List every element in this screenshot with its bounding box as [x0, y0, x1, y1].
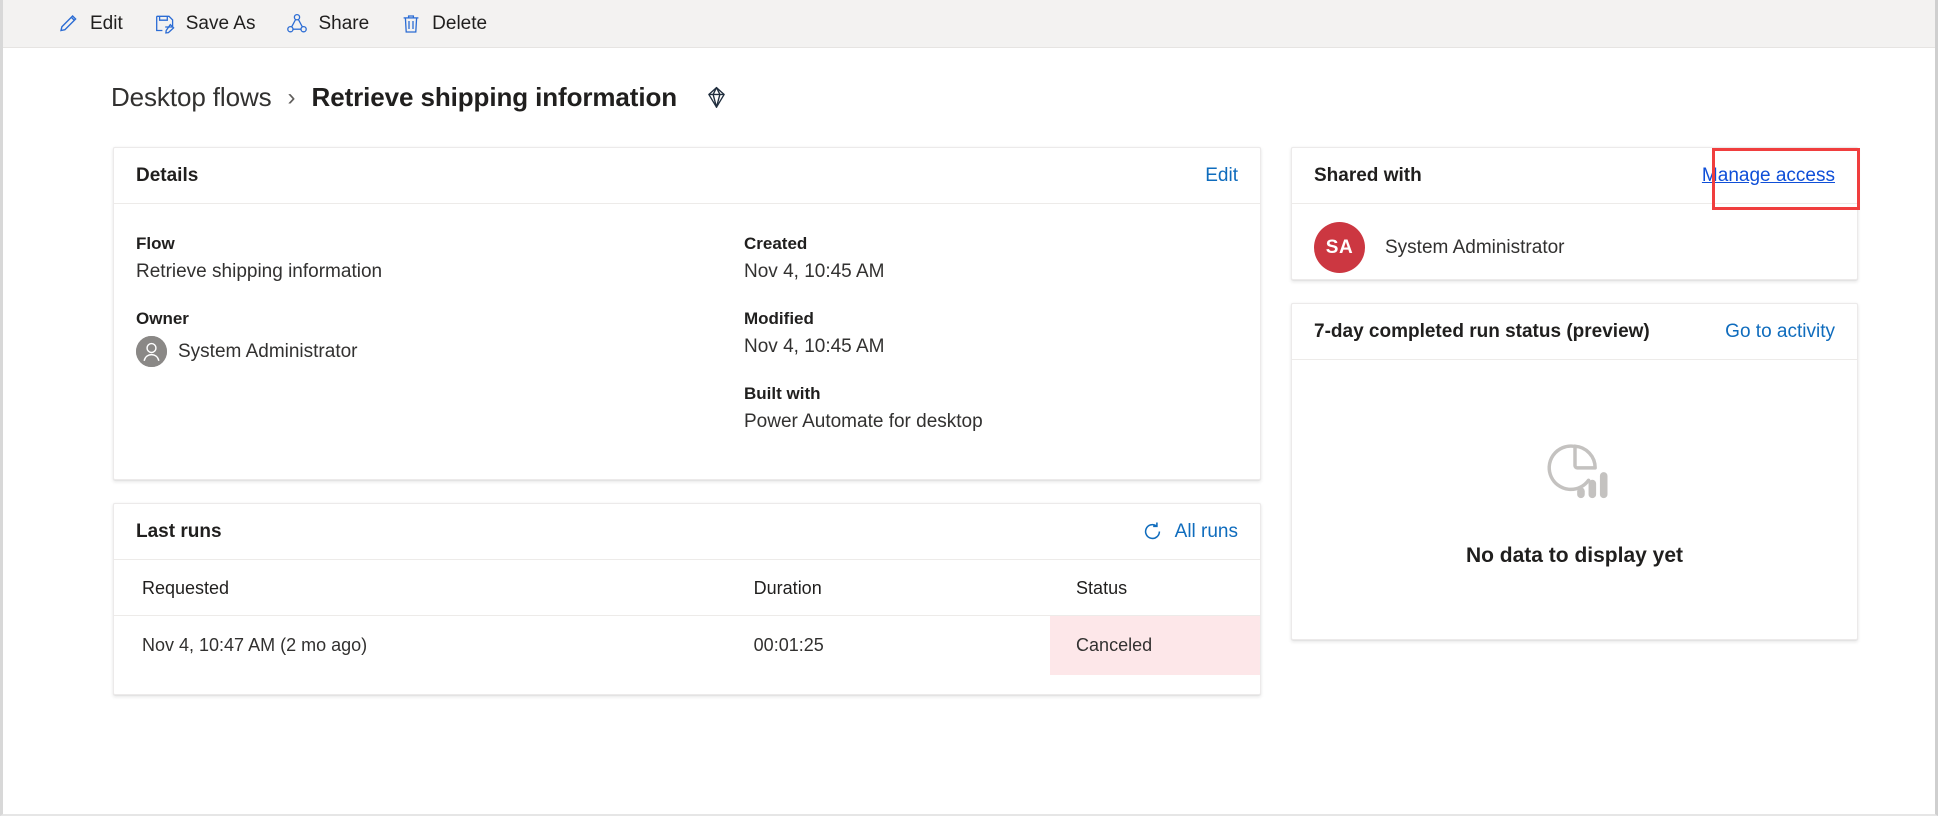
- column-header-requested[interactable]: Requested: [114, 560, 754, 616]
- field-built-with: Built with Power Automate for desktop: [744, 384, 983, 433]
- save-as-button-label: Save As: [185, 12, 256, 34]
- breadcrumb: Desktop flows › Retrieve shipping inform…: [111, 82, 730, 113]
- status-badge: Canceled: [1050, 615, 1260, 675]
- last-runs-table-body: Nov 4, 10:47 AM (2 mo ago) 00:01:25 Canc…: [114, 615, 1260, 675]
- field-built-with-label: Built with: [744, 384, 821, 403]
- field-owner: Owner System Administrator: [136, 309, 744, 367]
- run-status-card: 7-day completed run status (preview) Go …: [1291, 303, 1858, 640]
- save-as-icon: [153, 12, 177, 36]
- details-card-header: Details Edit: [114, 148, 1260, 204]
- person-avatar-icon: [136, 336, 167, 367]
- column-header-status[interactable]: Status: [1050, 560, 1260, 616]
- run-status-card-title: 7-day completed run status (preview): [1314, 320, 1650, 342]
- delete-button[interactable]: Delete: [387, 4, 499, 44]
- table-header-row: Requested Duration Status: [114, 560, 1260, 616]
- edit-button[interactable]: Edit: [45, 4, 135, 44]
- details-right-column: Created Nov 4, 10:45 AM Modified Nov 4, …: [744, 234, 983, 433]
- field-flow: Flow Retrieve shipping information: [136, 234, 744, 283]
- field-created-value: Nov 4, 10:45 AM: [744, 261, 885, 282]
- run-status-card-header: 7-day completed run status (preview) Go …: [1292, 304, 1857, 360]
- field-modified: Modified Nov 4, 10:45 AM: [744, 309, 983, 358]
- last-runs-card: Last runs All runs Requested Duration St…: [113, 503, 1261, 695]
- details-card-body: Flow Retrieve shipping information Owner: [114, 204, 1260, 433]
- run-status-empty-state: No data to display yet: [1292, 360, 1857, 639]
- save-as-button[interactable]: Save As: [141, 4, 268, 44]
- delete-button-label: Delete: [432, 12, 488, 34]
- field-flow-label: Flow: [136, 234, 175, 253]
- last-runs-card-header: Last runs All runs: [114, 504, 1260, 560]
- breadcrumb-item-desktop-flows[interactable]: Desktop flows: [111, 82, 272, 113]
- trash-icon: [399, 12, 423, 36]
- details-left-column: Flow Retrieve shipping information Owner: [136, 234, 744, 433]
- column-header-duration[interactable]: Duration: [753, 560, 1051, 616]
- last-runs-table-head: Requested Duration Status: [114, 560, 1260, 616]
- field-modified-value: Nov 4, 10:45 AM: [744, 336, 885, 357]
- field-built-with-value: Power Automate for desktop: [744, 411, 983, 432]
- page-title: Retrieve shipping information: [311, 82, 678, 112]
- field-created-label: Created: [744, 234, 808, 253]
- field-created: Created Nov 4, 10:45 AM: [744, 234, 983, 283]
- shared-person-name: System Administrator: [1385, 236, 1565, 258]
- cell-requested: Nov 4, 10:47 AM (2 mo ago): [142, 635, 368, 655]
- shared-with-people-list: SA System Administrator: [1292, 204, 1857, 273]
- field-flow-value: Retrieve shipping information: [136, 261, 383, 282]
- share-button[interactable]: Share: [273, 4, 381, 44]
- go-to-activity-link[interactable]: Go to activity: [1725, 321, 1835, 343]
- last-runs-card-title: Last runs: [136, 520, 222, 542]
- all-runs-link-label: All runs: [1174, 520, 1238, 542]
- gem-icon: [703, 84, 730, 111]
- pie-bar-chart-icon: [1536, 431, 1614, 514]
- field-modified-label: Modified: [744, 309, 814, 328]
- manage-access-link[interactable]: Manage access: [1702, 165, 1835, 187]
- share-button-label: Share: [318, 12, 370, 34]
- details-card: Details Edit Flow Retrieve shipping info…: [113, 147, 1261, 480]
- empty-state-text: No data to display yet: [1465, 544, 1684, 567]
- refresh-icon: [1141, 520, 1164, 543]
- shared-with-card: Shared with Manage access SA System Admi…: [1291, 147, 1858, 280]
- all-runs-link[interactable]: All runs: [1141, 520, 1238, 543]
- command-bar: Edit Save As Share Delete: [3, 0, 1935, 48]
- shared-with-card-title: Shared with: [1314, 164, 1422, 186]
- app-root: Edit Save As Share Delete Desktop flows …: [0, 0, 1938, 816]
- field-owner-label: Owner: [136, 309, 189, 328]
- pencil-icon: [57, 12, 81, 36]
- breadcrumb-separator-icon: ›: [287, 83, 296, 111]
- avatar: SA: [1314, 222, 1365, 273]
- cell-duration: 00:01:25: [753, 635, 824, 655]
- shared-with-card-header: Shared with Manage access: [1292, 148, 1857, 204]
- edit-button-label: Edit: [90, 12, 123, 34]
- details-card-title: Details: [136, 164, 199, 186]
- share-icon: [285, 12, 309, 36]
- owner-row: System Administrator: [136, 336, 744, 367]
- field-owner-value: System Administrator: [178, 340, 358, 362]
- table-row[interactable]: Nov 4, 10:47 AM (2 mo ago) 00:01:25 Canc…: [114, 615, 1260, 675]
- last-runs-table: Requested Duration Status Nov 4, 10:47 A…: [114, 560, 1260, 675]
- details-edit-link[interactable]: Edit: [1205, 165, 1238, 187]
